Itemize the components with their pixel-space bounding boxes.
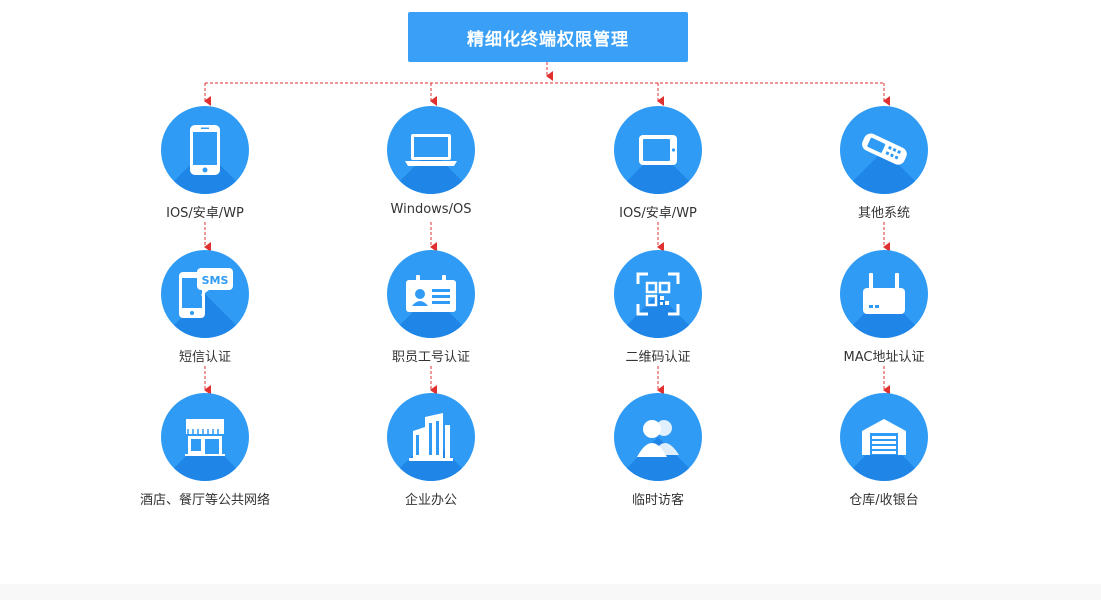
sms-badge-text: SMS — [202, 274, 229, 287]
node-col1-row1: IOS/安卓/WP — [115, 106, 295, 221]
node-col3-row2: 二维码认证 — [568, 250, 748, 365]
tablet-icon — [614, 106, 702, 194]
node-label: IOS/安卓/WP — [166, 206, 244, 221]
smartphone-icon — [161, 106, 249, 194]
router-icon — [840, 250, 928, 338]
node-label: 其他系统 — [857, 206, 910, 221]
node-col4-row1: 其他系统 — [794, 106, 974, 221]
node-label: Windows/OS — [390, 202, 472, 217]
visitors-icon — [614, 393, 702, 481]
pos-terminal-icon — [840, 106, 928, 194]
node-col4-row2: MAC地址认证 — [794, 250, 974, 365]
node-label: 二维码认证 — [625, 350, 691, 365]
node-col4-row3: 仓库/收银台 — [794, 393, 974, 508]
node-col2-row3: 企业办公 — [341, 393, 521, 508]
sms-phone-icon: SMS — [161, 250, 249, 338]
node-label: 临时访客 — [631, 493, 684, 508]
page-footer-strip — [0, 584, 1101, 600]
employee-id-card-icon — [387, 250, 475, 338]
laptop-icon — [387, 106, 475, 194]
node-label: 职员工号认证 — [391, 350, 470, 365]
warehouse-icon — [840, 393, 928, 481]
node-label: 企业办公 — [404, 493, 457, 508]
node-label: IOS/安卓/WP — [619, 206, 697, 221]
node-col1-row3: 酒店、餐厅等公共网络 — [115, 393, 295, 508]
node-col1-row2: SMS 短信认证 — [115, 250, 295, 365]
node-label: 酒店、餐厅等公共网络 — [139, 493, 270, 508]
node-col2-row2: 职员工号认证 — [341, 250, 521, 365]
node-label: 仓库/收银台 — [849, 493, 919, 508]
node-col2-row1: Windows/OS — [341, 106, 521, 217]
node-label: MAC地址认证 — [843, 350, 925, 365]
qr-code-scan-icon — [614, 250, 702, 338]
node-col3-row3: 临时访客 — [568, 393, 748, 508]
node-col3-row1: IOS/安卓/WP — [568, 106, 748, 221]
node-label: 短信认证 — [178, 350, 231, 365]
office-building-icon — [387, 393, 475, 481]
storefront-icon — [161, 393, 249, 481]
